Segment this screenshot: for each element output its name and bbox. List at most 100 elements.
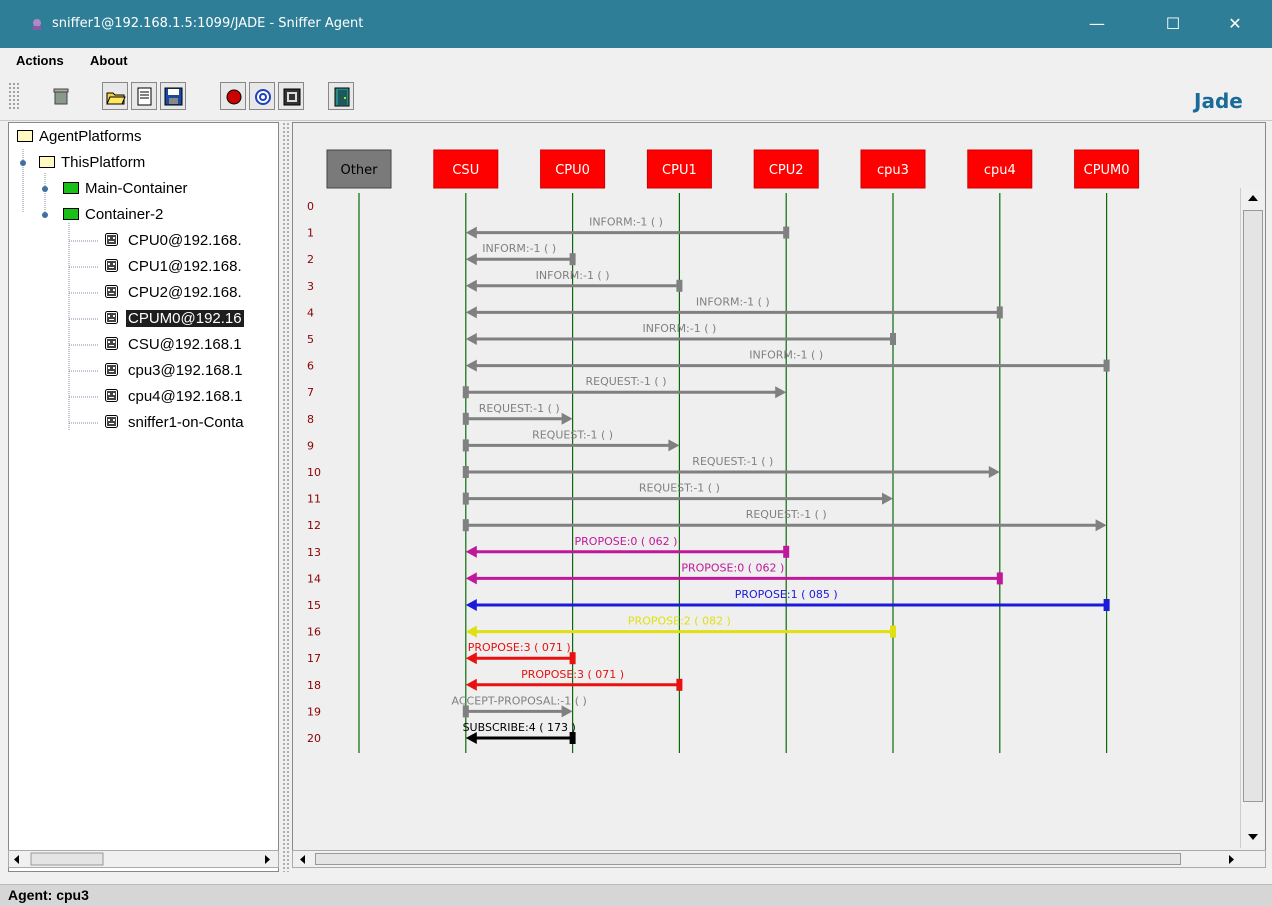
record-button[interactable]: [220, 82, 246, 110]
message-filter-button[interactable]: [249, 82, 275, 110]
message-label: PROPOSE:0 ( 062 ): [681, 561, 784, 574]
message-arrow-head: [668, 439, 680, 452]
message-row-number: 11: [307, 493, 321, 506]
message-label: REQUEST:-1 ( ): [479, 402, 560, 415]
message-arrow-head: [465, 572, 477, 585]
save-file-icon: [164, 87, 183, 106]
message-label: REQUEST:-1 ( ): [532, 428, 613, 441]
message-arrow-head: [465, 625, 477, 638]
agent-box-label: CPU2: [769, 163, 804, 178]
message-sender-marker: [462, 439, 469, 452]
message-sender-marker: [676, 678, 683, 691]
maximize-button[interactable]: ☐: [1148, 0, 1198, 48]
message-row-number: 19: [307, 705, 321, 718]
menu-actions[interactable]: Actions: [16, 53, 64, 68]
message-arrow-head: [465, 545, 477, 558]
message-row-number: 7: [307, 386, 314, 399]
folder-icon: [39, 156, 55, 168]
agent-list-button[interactable]: [278, 82, 304, 110]
message-sender-marker: [462, 466, 469, 478]
tree-node-agentplatforms[interactable]: AgentPlatforms: [17, 126, 144, 148]
agent-box-label: cpu4: [984, 163, 1016, 178]
message-row-number: 13: [307, 546, 321, 559]
close-button[interactable]: ✕: [1210, 0, 1260, 48]
menu-about[interactable]: About: [90, 53, 128, 68]
display-log-icon: [137, 87, 152, 106]
message-arrow-head: [561, 412, 573, 425]
message-sender-marker: [462, 492, 469, 505]
message-row-number: 0: [307, 200, 314, 213]
message-label: INFORM:-1 ( ): [536, 269, 610, 282]
message-arrow-head: [465, 678, 477, 691]
record-icon: [226, 89, 242, 105]
message-sender-marker: [676, 279, 683, 292]
message-row-number: 5: [307, 333, 314, 346]
message-filter-icon: [255, 89, 271, 105]
canvas-horizontal-scrollbar[interactable]: [292, 850, 1266, 868]
status-text: Agent: cpu3: [8, 887, 89, 903]
message-arrow-head: [465, 359, 477, 372]
minimize-button[interactable]: —: [1072, 0, 1122, 48]
message-row-number: 12: [307, 519, 321, 532]
message-label: INFORM:-1 ( ): [589, 216, 663, 229]
sniffer-canvas[interactable]: Other CSU CPU0 CPU1 CPU2 cpu3 cpu4 CPUM0 0 1 INFOR…: [292, 122, 1266, 852]
tree-agent-cpu4[interactable]: cpu4@192.168.1: [105, 386, 245, 408]
tree-agent-cpu1[interactable]: CPU1@192.168.: [105, 256, 244, 278]
tree-node-container-2[interactable]: Container-2: [63, 204, 165, 226]
agent-face-icon: [105, 233, 118, 246]
message-label: PROPOSE:1 ( 085 ): [735, 588, 838, 601]
message-label: SUBSCRIBE:4 ( 173 ): [463, 721, 576, 734]
message-row-number: 9: [307, 439, 314, 452]
canvas-vertical-scrollbar[interactable]: [1240, 188, 1265, 848]
tree-agent-cpum0[interactable]: CPUM0@192.16: [105, 308, 244, 330]
svg-text:Jade: Jade: [1192, 89, 1243, 113]
message-arrow-head: [882, 492, 893, 505]
message-arrow-head: [465, 333, 477, 345]
agent-face-icon: [105, 389, 118, 402]
horizontal-scroll-thumb[interactable]: [315, 853, 1181, 865]
open-file-button[interactable]: [102, 82, 128, 110]
agent-tree[interactable]: AgentPlatforms ThisPlatform Main-Contain…: [8, 122, 279, 872]
pane-splitter[interactable]: [282, 122, 290, 872]
tree-horizontal-scrollbar[interactable]: [8, 850, 279, 868]
folder-icon: [63, 182, 79, 194]
sniffer-app-icon: [33, 19, 41, 30]
tree-node-thisplatform[interactable]: ThisPlatform: [39, 152, 147, 174]
message-row-number: 8: [307, 413, 314, 426]
message-row-number: 4: [307, 306, 314, 319]
folder-icon: [63, 208, 79, 220]
message-arrow-head: [1095, 519, 1107, 532]
tree-agent-cpu3[interactable]: cpu3@192.168.1: [105, 360, 245, 382]
tree-agent-csu[interactable]: CSU@192.168.1: [105, 334, 244, 356]
message-row-number: 2: [307, 253, 314, 266]
message-sender-marker: [462, 412, 469, 425]
message-label: REQUEST:-1 ( ): [692, 455, 773, 468]
vertical-scroll-thumb[interactable]: [1243, 210, 1263, 802]
clear-canvas-button[interactable]: [48, 82, 74, 110]
agent-box-label: cpu3: [877, 163, 909, 178]
clear-canvas-icon: [53, 88, 69, 105]
message-row-number: 6: [307, 360, 314, 373]
message-sender-marker: [890, 333, 896, 345]
folder-icon: [17, 130, 33, 142]
tree-node-main-container[interactable]: Main-Container: [63, 178, 190, 200]
message-row-number: 15: [307, 599, 321, 612]
message-arrow-head: [988, 466, 1000, 478]
tree-agent-cpu0[interactable]: CPU0@192.168.: [105, 230, 244, 252]
message-row-number: 16: [307, 626, 321, 639]
toolbar-grip[interactable]: [8, 82, 20, 110]
message-label: INFORM:-1 ( ): [482, 242, 556, 255]
agent-face-icon: [105, 337, 118, 350]
window-title-bar[interactable]: sniffer1@192.168.1.5:1099/JADE - Sniffer…: [0, 0, 1272, 48]
tree-agent-sniffer1[interactable]: sniffer1-on-Conta: [105, 412, 246, 434]
message-arrow-head: [775, 386, 787, 399]
agent-list-icon: [283, 88, 301, 106]
tree-agent-cpu2[interactable]: CPU2@192.168.: [105, 282, 244, 304]
message-arrow-head: [465, 226, 477, 239]
exit-button[interactable]: [328, 82, 354, 110]
exit-door-icon: [334, 87, 350, 107]
agent-box-label: CPU1: [662, 163, 697, 178]
agent-box-label: Other: [341, 163, 379, 178]
display-log-button[interactable]: [131, 82, 157, 110]
save-file-button[interactable]: [160, 82, 186, 110]
